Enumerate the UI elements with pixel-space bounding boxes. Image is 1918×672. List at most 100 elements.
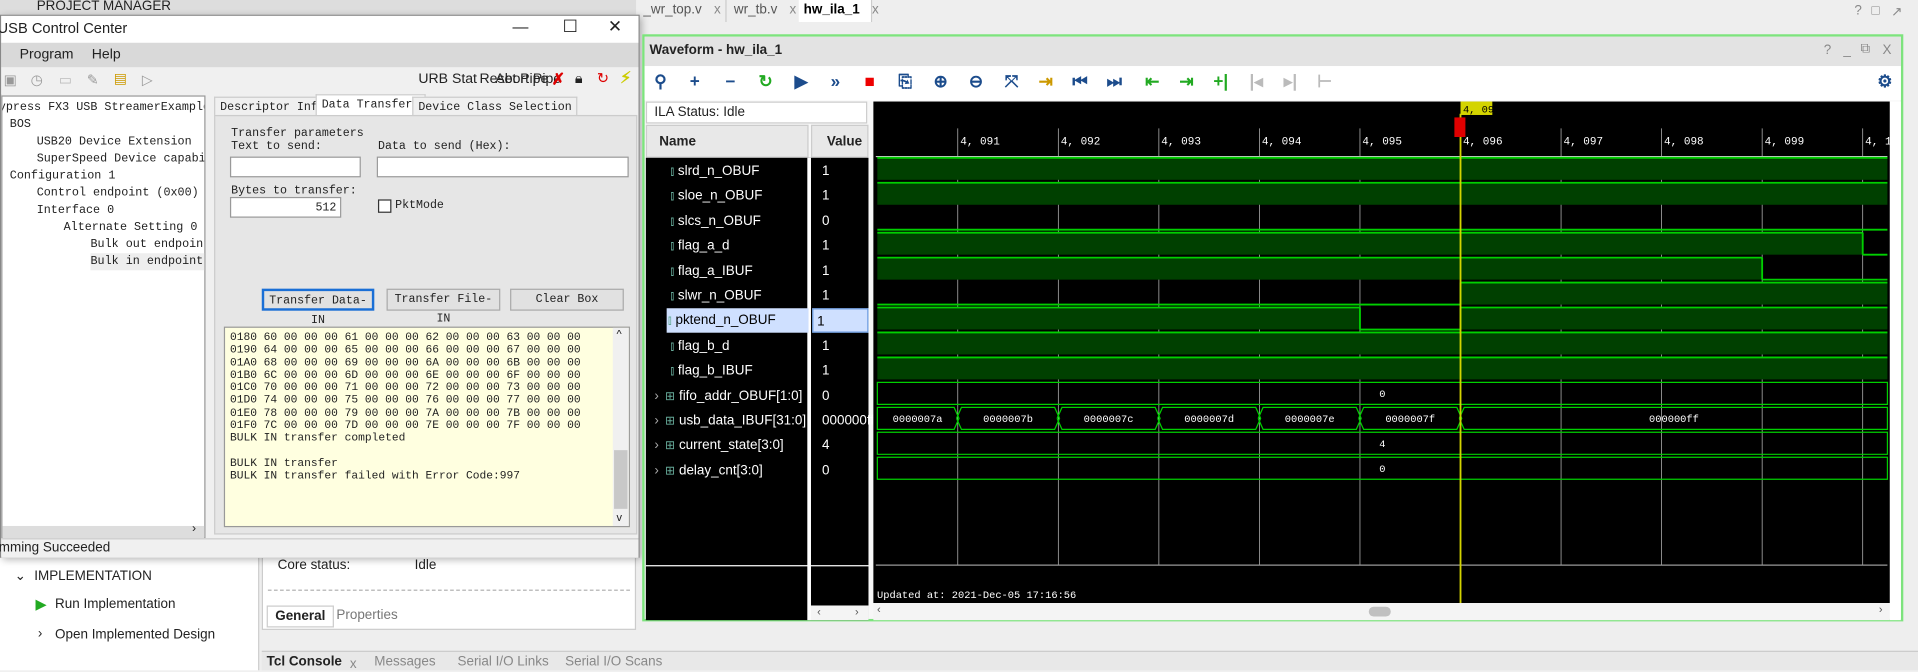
export-icon[interactable]: ⎘ <box>893 71 917 92</box>
run-implementation-link[interactable]: Run Implementation <box>55 597 175 612</box>
add-icon[interactable]: + <box>683 71 707 91</box>
play-icon[interactable]: ▶ <box>789 71 813 92</box>
lock-icon[interactable]: 🔒︎ <box>575 70 583 88</box>
minimize-icon[interactable]: _ <box>1843 43 1850 58</box>
tree-item[interactable]: Interface 0 <box>37 202 114 219</box>
tree-item[interactable]: USB20 Device Extension <box>37 133 192 150</box>
tree-item[interactable]: BOS <box>10 116 31 133</box>
minimize-icon[interactable]: — <box>513 17 529 35</box>
gear-icon[interactable]: ⚙ <box>1873 71 1897 92</box>
bytes-to-transfer-input[interactable]: 512 <box>229 196 342 218</box>
name-column-header[interactable]: Name <box>645 124 809 158</box>
refresh-error-icon[interactable]: ↻ <box>597 70 609 87</box>
prev-transition-icon[interactable]: ⇤ <box>1140 71 1164 92</box>
signal-row[interactable]: ⫾ sloe_n_OBUF <box>650 184 762 208</box>
scrollbar-thumb[interactable] <box>1368 606 1391 617</box>
chevron-left-icon[interactable]: ‹ <box>817 605 821 617</box>
tools-icon[interactable]: ✎ <box>87 71 99 88</box>
chevron-right-icon[interactable]: › <box>1879 603 1883 615</box>
chevron-right-icon[interactable]: › <box>855 605 859 617</box>
folder-icon[interactable]: ▭ <box>59 71 72 88</box>
close-icon[interactable]: X <box>1883 43 1892 58</box>
tab-wr-top[interactable]: _wr_top.v x <box>639 0 727 23</box>
transfer-data-in-button[interactable]: Transfer Data-IN <box>261 288 375 327</box>
signal-row[interactable]: › ⊞ fifo_addr_OBUF[1:0] <box>650 384 802 408</box>
tab-tcl-console[interactable]: Tcl Console <box>267 654 342 669</box>
tab-wr-tb[interactable]: wr_tb.v x <box>729 0 803 23</box>
signal-row[interactable]: ⫾ flag_a_IBUF <box>650 259 752 283</box>
tab-messages[interactable]: Messages <box>374 654 435 669</box>
zoom-out-icon[interactable]: ⊖ <box>964 71 988 92</box>
tree-item[interactable]: Alternate Setting 0 <box>64 219 198 236</box>
pktmode-checkbox[interactable] <box>377 199 392 213</box>
help-icon[interactable]: ? <box>1854 4 1861 19</box>
close-icon[interactable]: x <box>872 2 879 17</box>
signal-row[interactable]: › ⊞ usb_data_IBUF[31:0] <box>650 409 806 433</box>
tree-item[interactable]: Control endpoint (0x00) <box>37 185 199 202</box>
transfer-file-in-button[interactable]: Transfer File-IN <box>386 288 501 325</box>
close-icon[interactable]: x <box>714 2 721 17</box>
fast-forward-icon[interactable]: » <box>823 71 847 91</box>
close-icon[interactable]: ✕ <box>608 16 622 37</box>
tab-data-transfers[interactable]: Data Transfers <box>315 94 426 117</box>
signal-row[interactable]: › ⊞ current_state[3:0] <box>650 433 783 457</box>
program-icon[interactable]: ▤ <box>114 70 127 87</box>
prev-marker-icon[interactable]: |◂ <box>1244 71 1268 92</box>
tab-properties[interactable]: Properties <box>336 608 397 623</box>
tree-scrollbar[interactable]: › <box>2 522 205 539</box>
search-icon[interactable]: ⚲ <box>648 71 672 92</box>
signal-row[interactable]: ⫾ slcs_n_OBUF <box>650 209 761 233</box>
waveform-hscrollbar[interactable]: ‹ › <box>873 603 1890 621</box>
remove-icon[interactable]: − <box>718 71 742 91</box>
expand-icon[interactable]: › <box>654 438 658 453</box>
float-icon[interactable]: ↗ <box>1891 4 1902 20</box>
run-trigger-icon[interactable]: ↻ <box>753 71 777 92</box>
clear-box-button[interactable]: Clear Box <box>510 288 624 311</box>
tab-serial-io-links[interactable]: Serial I/O Links <box>457 654 548 669</box>
tree-item[interactable]: Configuration 1 <box>10 168 116 185</box>
tree-item[interactable]: SuperSpeed Device capability <box>37 150 205 167</box>
close-icon[interactable]: x <box>350 657 357 672</box>
waveform-vscrollbar[interactable] <box>1889 101 1901 621</box>
value-column-header[interactable]: Value <box>810 124 869 158</box>
goto-end-icon[interactable]: ⏭ <box>1102 71 1126 92</box>
expand-icon[interactable]: › <box>654 463 658 478</box>
expand-icon[interactable]: › <box>654 413 658 428</box>
close-icon[interactable]: x <box>790 2 797 17</box>
chevron-down-icon[interactable]: v <box>616 511 622 523</box>
expand-icon[interactable]: › <box>654 388 658 403</box>
signal-row[interactable]: ⫾ flag_b_IBUF <box>650 359 752 383</box>
menu-program[interactable]: Program <box>20 48 74 63</box>
tab-serial-io-scans[interactable]: Serial I/O Scans <box>565 654 662 669</box>
next-marker-icon[interactable]: ▸| <box>1278 71 1302 92</box>
help-icon[interactable]: ? <box>1824 43 1831 58</box>
goto-start-icon[interactable]: ⏮ <box>1068 71 1092 92</box>
waveform-canvas[interactable]: 4, 091 4, 092 4, 093 4, 094 4, 095 4, 096 4, 0… <box>873 101 1890 604</box>
tab-descriptor-info[interactable]: Descriptor Info <box>214 96 331 117</box>
timer-icon[interactable]: ◷ <box>31 71 43 88</box>
chevron-right-icon[interactable]: › <box>192 522 196 535</box>
chevron-up-icon[interactable]: ^ <box>616 328 621 340</box>
maximize-icon[interactable]: □ <box>1872 4 1880 19</box>
tab-general[interactable]: General <box>266 605 334 628</box>
tree-item[interactable]: ypress FX3 USB StreamerExample Devi <box>2 99 204 116</box>
goto-cursor-icon[interactable]: ⇥ <box>1034 71 1058 92</box>
lightning-icon[interactable]: ⚡︎ <box>620 68 631 88</box>
x-icon[interactable]: ✗ <box>552 70 565 90</box>
zoom-fit-icon[interactable]: ⤧ <box>999 71 1023 92</box>
signal-row[interactable]: ⫾ flag_b_d <box>650 334 729 358</box>
reset-pipe-button[interactable]: Reset Pipe <box>479 72 548 87</box>
open-implemented-design-link[interactable]: Open Implemented Design <box>55 628 215 643</box>
output-scrollbar[interactable]: ^ v <box>612 327 629 526</box>
next-transition-icon[interactable]: ⇥ <box>1174 71 1198 92</box>
stop-icon[interactable]: ▣ <box>4 71 17 88</box>
menu-help[interactable]: Help <box>92 48 121 63</box>
tab-device-class-selection[interactable]: Device Class Selection <box>412 96 578 117</box>
text-to-send-input[interactable] <box>229 156 361 178</box>
flow-section-implementation[interactable]: IMPLEMENTATION <box>34 569 152 584</box>
chevron-right-icon[interactable]: › <box>38 626 42 641</box>
zoom-in-icon[interactable]: ⊕ <box>928 71 952 92</box>
data-to-send-hex-input[interactable] <box>376 156 629 178</box>
output-text-area[interactable]: 0180 60 00 00 00 61 00 00 00 62 00 00 00… <box>223 326 630 528</box>
tree-item[interactable]: Bulk in endpoint (0x81) <box>90 253 205 271</box>
